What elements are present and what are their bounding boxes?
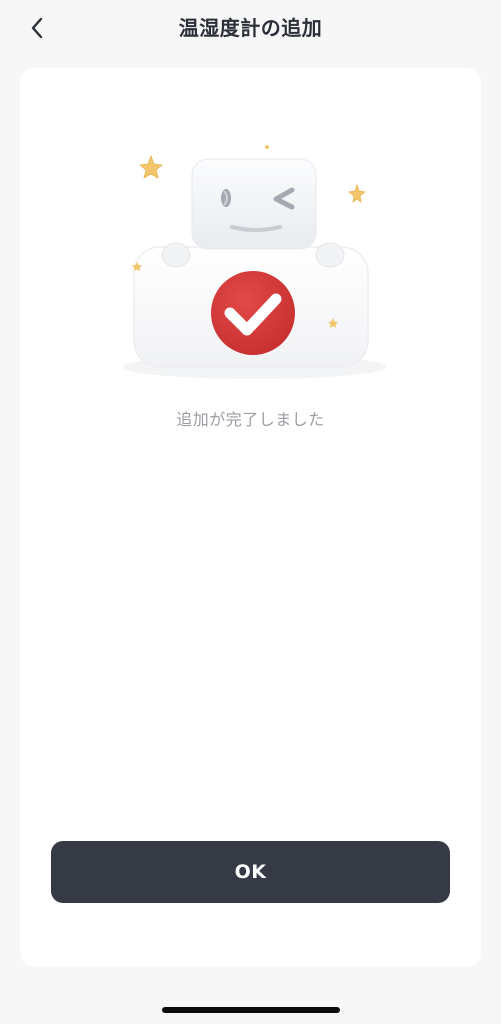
success-message: 追加が完了しました [176,410,325,429]
page-title: 温湿度計の追加 [178,16,323,40]
home-indicator [162,1007,340,1013]
ok-button[interactable]: OK [51,841,450,903]
success-robot-illustration [123,145,387,379]
app-header: 温湿度計の追加 [0,0,501,56]
